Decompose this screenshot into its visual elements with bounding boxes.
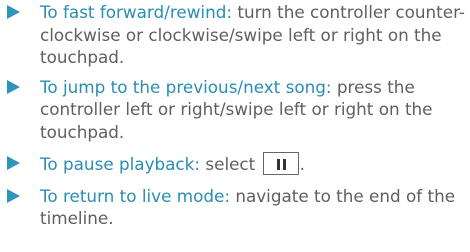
item-lead: To return to live mode:	[40, 185, 230, 206]
list-item: To return to live mode: navigate to the …	[0, 185, 470, 230]
list-item: To jump to the previous/next song: press…	[0, 76, 470, 144]
item-lead: To pause playback:	[40, 154, 201, 174]
list-item: To fast forward/rewind: turn the control…	[0, 1, 470, 69]
item-lead: To jump to the previous/next song:	[40, 76, 332, 97]
pause-button-icon	[262, 152, 299, 175]
bullet-arrow-icon	[7, 188, 20, 203]
bullet-arrow-icon	[7, 156, 20, 170]
item-lead: To fast forward/rewind:	[40, 2, 233, 22]
pause-bar-left	[276, 159, 280, 170]
bullet-arrow-icon	[7, 5, 20, 19]
pause-bar-right	[282, 159, 286, 170]
item-text-after: .	[299, 154, 305, 174]
list-item: To pause playback: select .	[0, 152, 470, 176]
item-text-before: select	[200, 154, 261, 174]
instruction-list: To fast forward/rewind: turn the control…	[0, 0, 470, 230]
bullet-arrow-icon	[7, 79, 20, 94]
